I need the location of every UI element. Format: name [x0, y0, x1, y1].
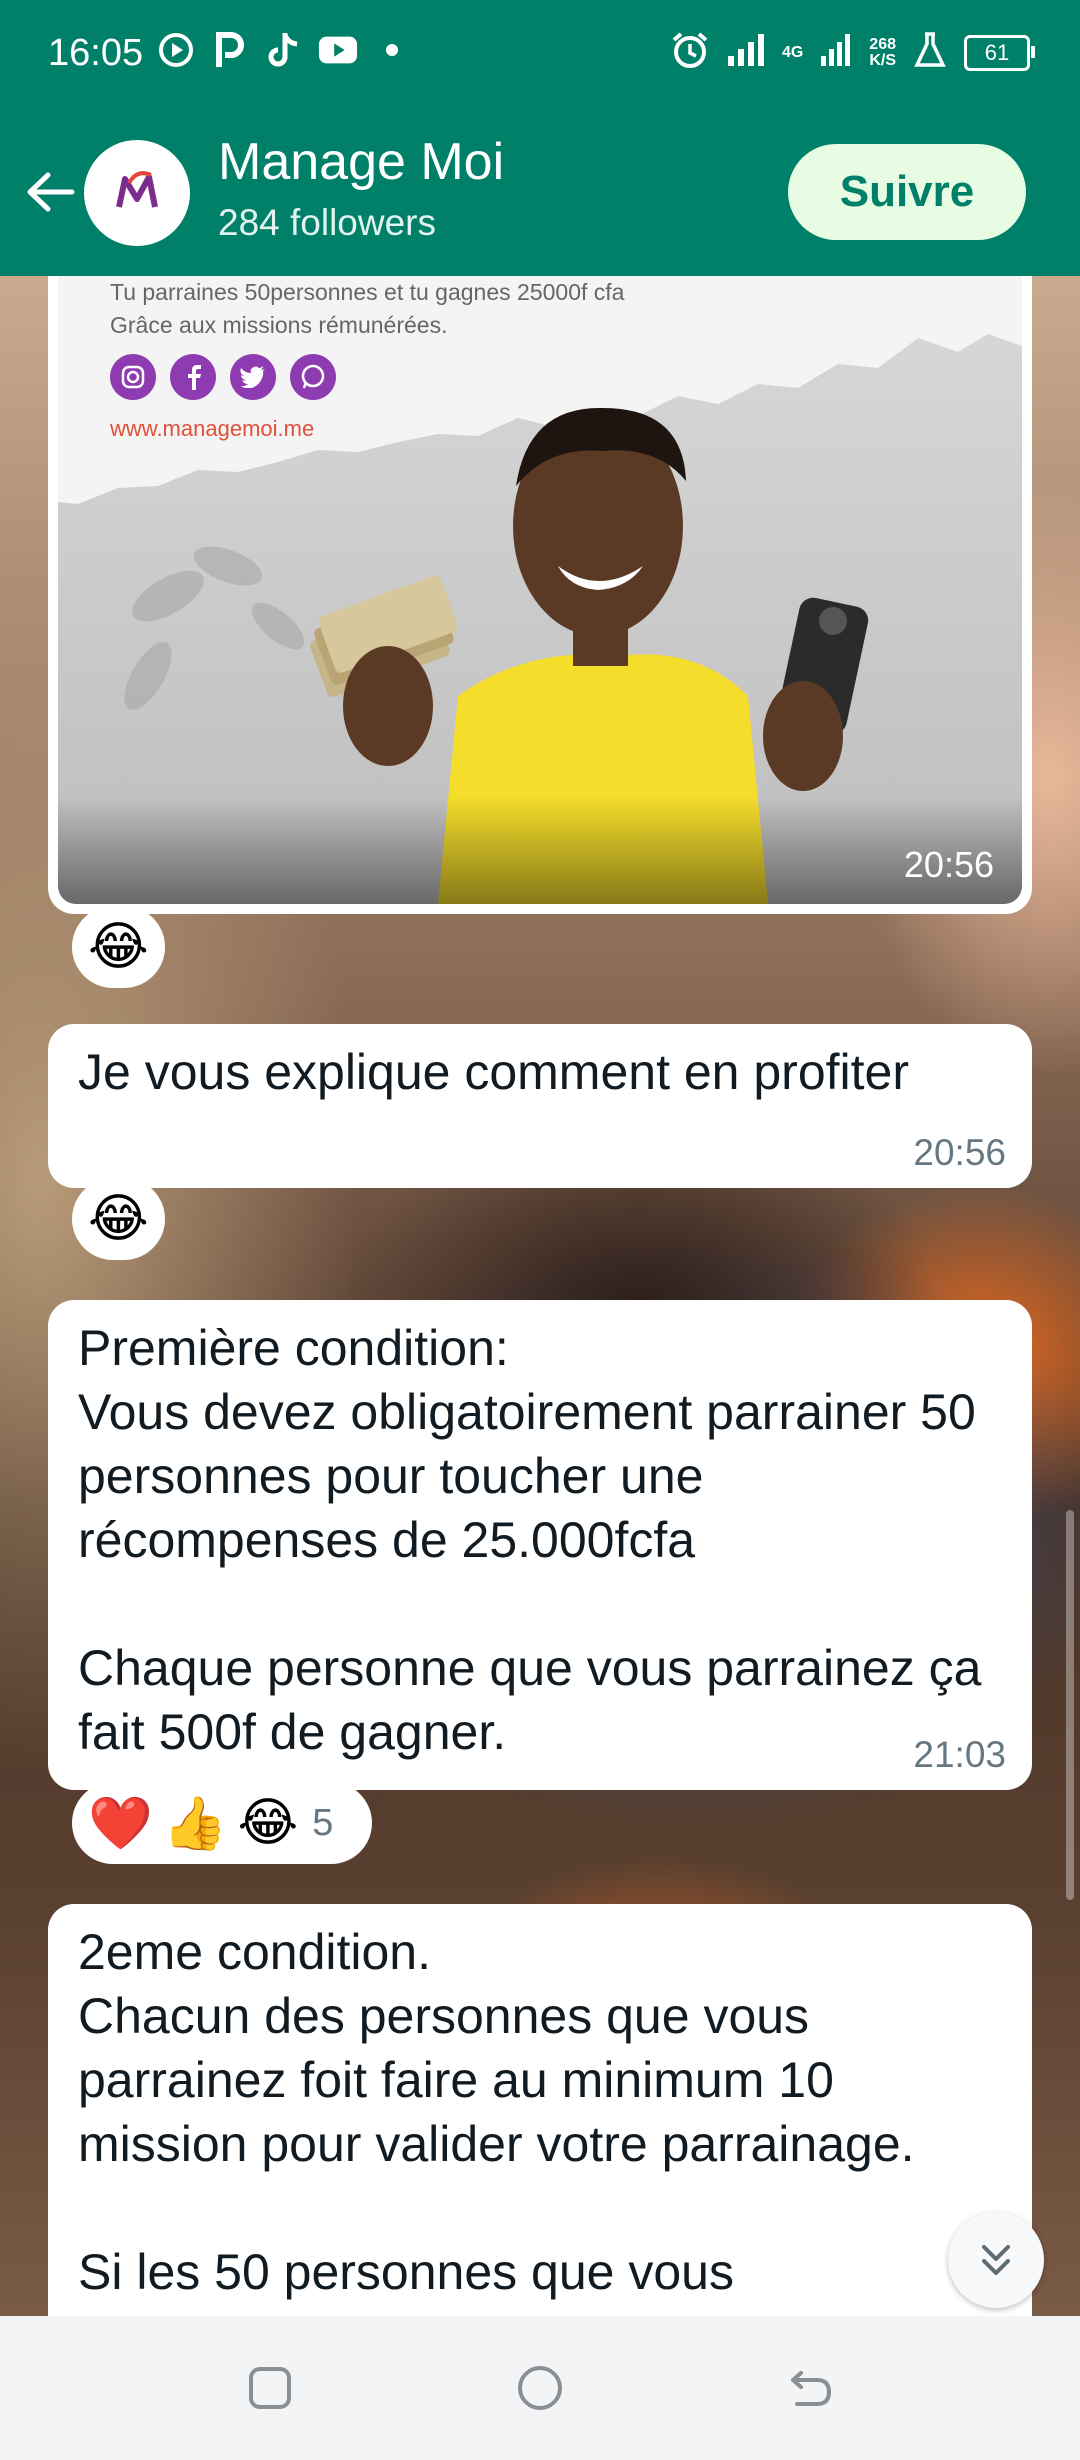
- p-app-icon: [210, 30, 250, 70]
- reaction-emoji: 😂: [88, 1190, 149, 1248]
- reaction-emoji: 😂: [237, 1794, 299, 1852]
- text-message[interactable]: Je vous explique comment en profiter 20:…: [48, 1024, 1032, 1188]
- whatsapp-icon: [290, 354, 336, 400]
- status-time: 16:05: [48, 32, 144, 74]
- battery-icon: 61: [964, 34, 1035, 71]
- circle-icon: [518, 2366, 562, 2410]
- recent-apps-button[interactable]: [230, 2348, 310, 2428]
- scroll-to-bottom-button[interactable]: [948, 2212, 1044, 2308]
- reaction-count: 5: [312, 1801, 334, 1844]
- flask-icon: [914, 32, 946, 73]
- back-button[interactable]: [770, 2348, 850, 2428]
- message-timestamp: 21:03: [913, 1734, 1006, 1775]
- promo-image[interactable]: Tu parraines 50personnes et tu gagnes 25…: [58, 276, 1022, 904]
- channel-header: Manage Moi 284 followers Suivre: [0, 110, 1080, 276]
- dot-icon: [372, 30, 412, 70]
- signal-icon-2: [821, 34, 851, 71]
- double-chevron-down-icon: [982, 2245, 1010, 2275]
- system-nav-bar: [0, 2316, 1080, 2460]
- scrollbar-thumb[interactable]: [1066, 1510, 1074, 1900]
- text-message[interactable]: Première condition: Vous devez obligatoi…: [48, 1300, 1032, 1790]
- status-bar: 16:05 4G 268 K/S 61: [0, 0, 1080, 110]
- message-text: Première condition: Vous devez obligatoi…: [78, 1320, 982, 1760]
- promo-url[interactable]: www.managemoi.me: [110, 416, 314, 442]
- instagram-icon: [110, 354, 156, 400]
- twitter-icon: [230, 354, 276, 400]
- managemoi-logo-icon: [116, 171, 158, 208]
- back-arrow-icon[interactable]: [20, 162, 80, 222]
- follow-button[interactable]: Suivre: [788, 144, 1026, 240]
- text-message[interactable]: 2eme condition. Chacun des personnes que…: [48, 1904, 1032, 2316]
- youtube-icon: [318, 30, 358, 70]
- channel-avatar[interactable]: [84, 140, 190, 246]
- followers-count: 284 followers: [218, 202, 437, 243]
- back-curve-icon: [791, 2371, 831, 2406]
- network-type: 4G: [781, 43, 804, 61]
- message-timestamp: 20:56: [913, 1132, 1006, 1173]
- social-icons: [110, 354, 336, 400]
- system-indicators: 4G 268 K/S 61: [670, 30, 1035, 75]
- speed-value: 268: [869, 35, 896, 53]
- promo-caption: Tu parraines 50personnes et tu gagnes 25…: [110, 276, 624, 342]
- notification-icons: [156, 30, 412, 70]
- square-icon: [249, 2367, 291, 2409]
- signal-icon: [727, 34, 764, 71]
- screen-record-icon: [156, 30, 196, 70]
- reaction-chip[interactable]: 😂: [72, 906, 165, 988]
- tiktok-icon: [264, 30, 304, 70]
- message-text: 2eme condition. Chacun des personnes que…: [78, 1924, 915, 2300]
- facebook-icon: [170, 354, 216, 400]
- channel-name[interactable]: Manage Moi: [218, 132, 504, 192]
- speed-unit: K/S: [869, 51, 896, 69]
- image-message[interactable]: Tu parraines 50personnes et tu gagnes 25…: [48, 276, 1032, 914]
- reaction-chip[interactable]: 😂: [72, 1178, 165, 1260]
- message-text: Je vous explique comment en profiter: [78, 1044, 909, 1100]
- message-timestamp: 20:56: [903, 844, 994, 885]
- alarm-icon: [670, 30, 710, 75]
- reaction-emoji: ❤️: [88, 1794, 153, 1853]
- reaction-emoji: 👍: [162, 1794, 228, 1853]
- reaction-chip[interactable]: ❤️ 👍 😂 5: [72, 1782, 372, 1864]
- reaction-emoji: 😂: [88, 918, 149, 976]
- network-speed: 268 K/S: [869, 35, 896, 69]
- home-button[interactable]: [500, 2348, 580, 2428]
- promo-caption-line: Grâce aux missions rémunérées.: [110, 312, 448, 338]
- promo-caption-line: Tu parraines 50personnes et tu gagnes 25…: [110, 279, 625, 305]
